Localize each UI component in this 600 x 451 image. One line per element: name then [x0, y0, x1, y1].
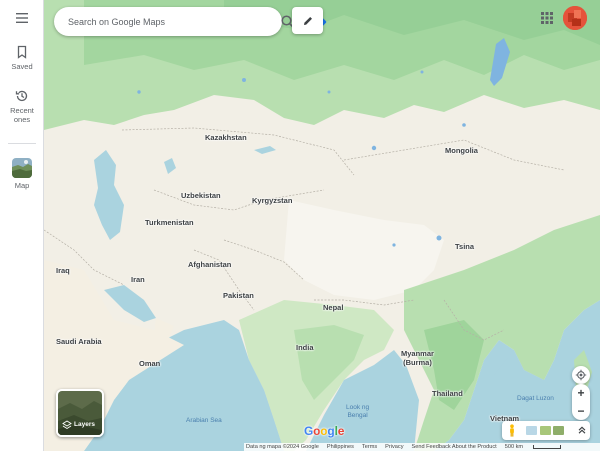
layers-label: Layers: [74, 421, 95, 428]
place-label-nepal[interactable]: Nepal: [323, 303, 343, 312]
search-input[interactable]: [68, 16, 218, 27]
history-icon: [15, 90, 28, 102]
layers-button[interactable]: Layers: [56, 389, 104, 437]
avatar[interactable]: [563, 6, 587, 30]
google-logo: Google: [304, 424, 345, 438]
privacy-link[interactable]: Privacy: [385, 444, 403, 450]
place-label-india[interactable]: India: [296, 343, 314, 352]
saved-label: Saved: [11, 62, 33, 71]
imagery-thumbnail-1[interactable]: [526, 426, 537, 435]
place-label-saudi-arabia[interactable]: Saudi Arabia: [56, 337, 102, 346]
pencil-icon: [303, 16, 312, 25]
terms-link[interactable]: Terms: [362, 444, 377, 450]
place-label-tsina[interactable]: Tsina: [455, 242, 474, 251]
place-label-oman[interactable]: Oman: [139, 359, 160, 368]
place-label-afghanistan[interactable]: Afghanistan: [188, 260, 231, 269]
place-label-myanmar[interactable]: Myanmar (Burma): [401, 349, 434, 367]
place-label-dagat-luzon: Dagat Luzon: [517, 395, 554, 402]
street-view-bar: [502, 421, 590, 440]
imagery-thumbnail-3[interactable]: [553, 426, 564, 435]
recent-label: Recent ones: [10, 106, 34, 124]
apps-grid-icon[interactable]: [540, 11, 554, 25]
menu-button[interactable]: [0, 12, 44, 32]
map-canvas[interactable]: Kazakhstan Mongolia Uzbekistan Kyrgyzsta…: [44, 0, 600, 451]
place-label-pakistan[interactable]: Pakistan: [223, 291, 254, 300]
map-data-attribution: Data ng mapa ©2024 Google: [246, 444, 319, 450]
place-label-iran[interactable]: Iran: [131, 275, 145, 284]
imagery-thumbnail-2[interactable]: [540, 426, 551, 435]
map-thumbnail: [12, 158, 32, 178]
place-label-uzbekistan[interactable]: Uzbekistan: [181, 191, 221, 200]
place-label-turkmenistan[interactable]: Turkmenistan: [145, 218, 194, 227]
place-label-thailand[interactable]: Thailand: [432, 389, 463, 398]
pegman-icon[interactable]: [508, 424, 516, 437]
place-label-kazakhstan[interactable]: Kazakhstan: [205, 133, 247, 142]
bookmark-icon: [17, 45, 27, 59]
layers-icon: [62, 420, 72, 430]
scale-label[interactable]: 500 km: [505, 444, 569, 450]
rail-divider: [8, 143, 36, 144]
saved-button[interactable]: Saved: [0, 45, 44, 71]
zoom-in-button[interactable]: +: [577, 384, 584, 402]
hamburger-menu-icon: [16, 13, 28, 23]
my-location-button[interactable]: [572, 366, 590, 384]
map-label: Map: [14, 181, 30, 190]
footer-bar: Data ng mapa ©2024 Google Philippines Te…: [244, 443, 600, 451]
search-box[interactable]: [54, 7, 327, 36]
place-label-mongolia[interactable]: Mongolia: [445, 146, 478, 155]
scale-bar: [533, 444, 562, 449]
layers-thumbnail: [58, 391, 102, 435]
chevron-up-icon[interactable]: [577, 425, 587, 435]
zoom-out-button[interactable]: −: [577, 402, 584, 420]
zoom-control: + −: [572, 384, 590, 420]
place-label-iraq[interactable]: Iraq: [56, 266, 70, 275]
my-location-icon: [575, 369, 587, 381]
place-label-arabian-sea: Arabian Sea: [186, 417, 222, 424]
scale-text: 500 km: [504, 444, 524, 450]
place-label-kyrgyzstan[interactable]: Kyrgyzstan: [252, 196, 292, 205]
place-label-look-ng-bengal: Look ng Bengal: [346, 404, 370, 419]
country-link[interactable]: Philippines: [327, 444, 354, 450]
map-button[interactable]: Map: [0, 158, 44, 190]
recent-button[interactable]: Recent ones: [0, 89, 44, 124]
left-rail: Saved Recent ones Map: [0, 0, 44, 451]
send-feedback-link[interactable]: Send Feedback About the Product: [412, 444, 497, 450]
edit-button[interactable]: [292, 7, 323, 34]
map-terrain: [44, 0, 600, 451]
